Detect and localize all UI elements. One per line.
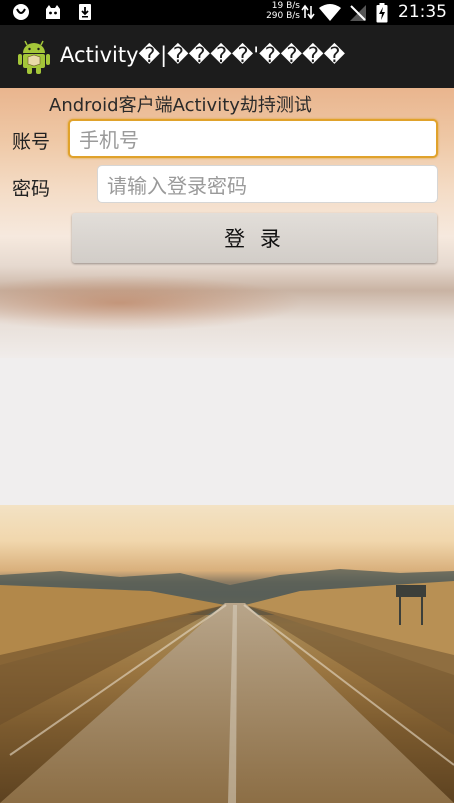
battery-charging-icon [376, 3, 388, 27]
background-fill [0, 358, 454, 505]
login-button[interactable]: 登 录 [72, 213, 437, 263]
net-up-text: 19 B/s [271, 1, 300, 11]
wifi-icon [318, 4, 342, 26]
no-signal-icon [349, 4, 367, 26]
login-screen: Android客户端Activity劫持测试 账号 手机号 密码 请输入登录密码… [0, 88, 454, 803]
cat-icon [44, 3, 62, 21]
page-subtitle: Android客户端Activity劫持测试 [49, 95, 312, 116]
phone-input-placeholder: 手机号 [79, 128, 139, 152]
action-bar: Activity�|����'���� [0, 25, 454, 88]
clock-time: 21:35 [398, 2, 447, 22]
notification-icon [12, 3, 30, 21]
road-background-image [0, 505, 454, 803]
download-icon [76, 3, 94, 21]
android-icon [18, 40, 50, 74]
status-bar: 19 B/s 290 B/s 21:35 [0, 0, 454, 25]
app-title: Activity�|����'���� [60, 43, 346, 67]
account-label: 账号 [12, 131, 51, 153]
network-speed: 19 B/s 290 B/s [262, 1, 300, 21]
phone-input[interactable]: 手机号 [68, 119, 438, 158]
password-label: 密码 [12, 178, 51, 200]
password-input-placeholder: 请输入登录密码 [107, 173, 247, 198]
password-input[interactable]: 请输入登录密码 [97, 165, 438, 203]
net-down-text: 290 B/s [266, 11, 300, 21]
transfer-arrows-icon [301, 4, 315, 23]
